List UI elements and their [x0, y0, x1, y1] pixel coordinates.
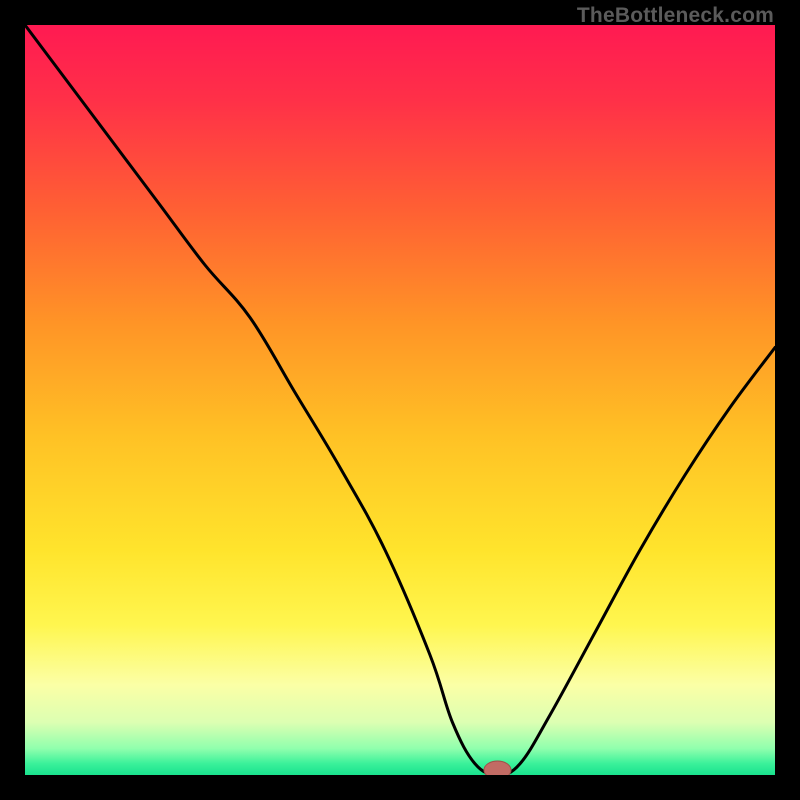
chart-frame: TheBottleneck.com: [0, 0, 800, 800]
plot-area: [25, 25, 775, 775]
optimal-point-marker: [484, 761, 511, 775]
gradient-background: [25, 25, 775, 775]
chart-svg: [25, 25, 775, 775]
